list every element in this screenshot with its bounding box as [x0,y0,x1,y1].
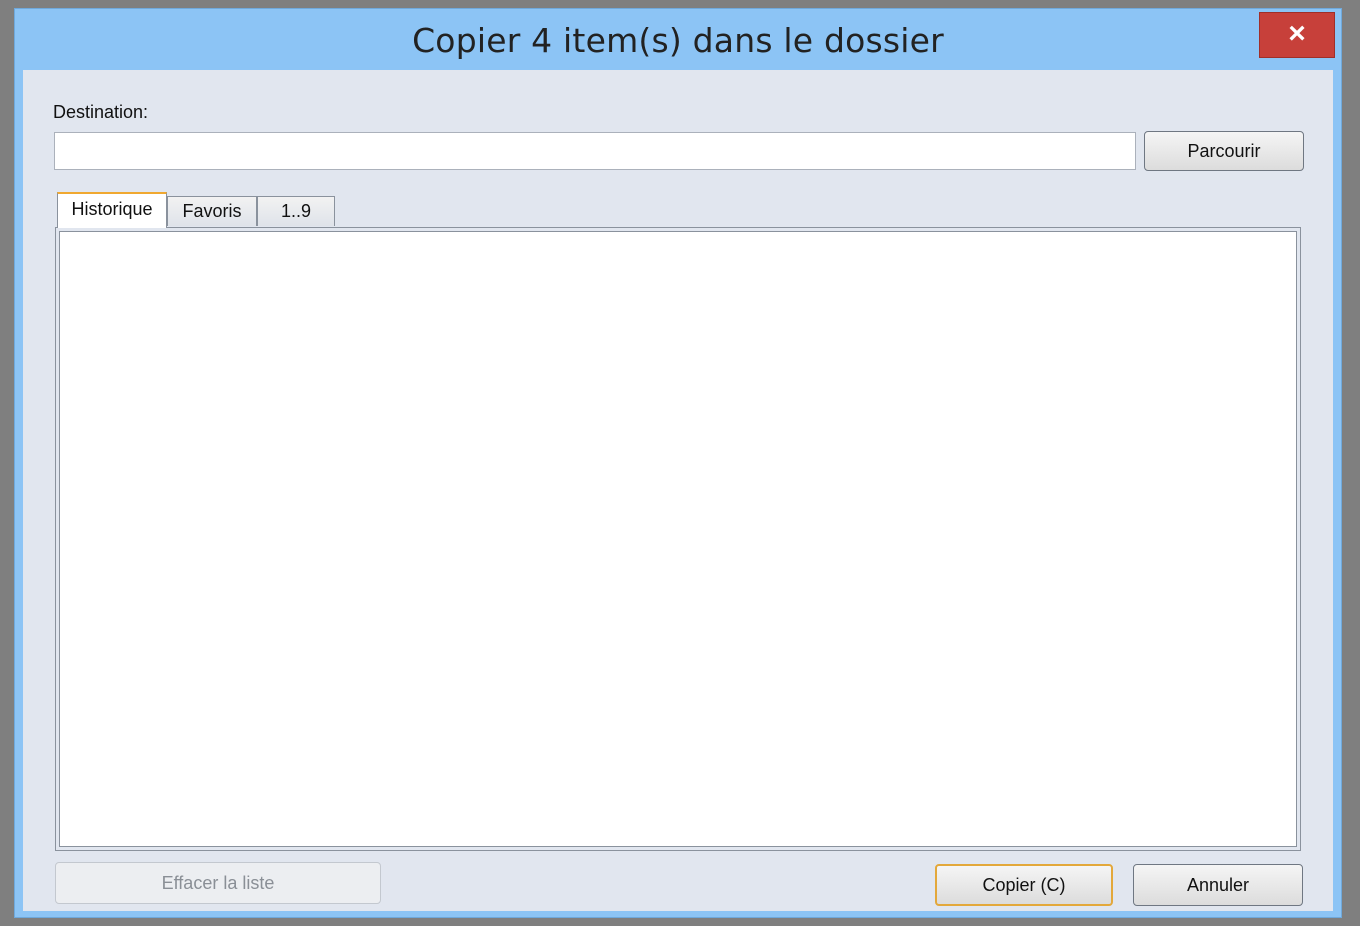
destination-label: Destination: [53,102,149,122]
title-bar[interactable]: Copier 4 item(s) dans le dossier × [15,9,1341,69]
copy-button-label: Copier (C) [982,875,1066,895]
copy-button[interactable]: Copier (C) [935,864,1113,906]
browse-button[interactable]: Parcourir [1144,131,1304,171]
tab-1-9[interactable]: 1..9 [257,196,335,226]
history-list-frame [55,227,1301,851]
history-list[interactable] [59,231,1297,847]
tab-favoris[interactable]: Favoris [167,196,257,226]
close-icon: × [1288,17,1306,50]
copy-dialog: Copier 4 item(s) dans le dossier × Desti… [14,8,1342,918]
clear-list-button[interactable]: Effacer la liste [55,862,381,904]
dialog-body: Destination: Parcourir Historique Favori… [23,70,1333,911]
cancel-button[interactable]: Annuler [1133,864,1303,906]
window-title: Copier 4 item(s) dans le dossier [412,21,944,60]
tab-historique[interactable]: Historique [57,192,167,228]
destination-input[interactable] [54,132,1136,170]
close-button[interactable]: × [1259,12,1335,58]
